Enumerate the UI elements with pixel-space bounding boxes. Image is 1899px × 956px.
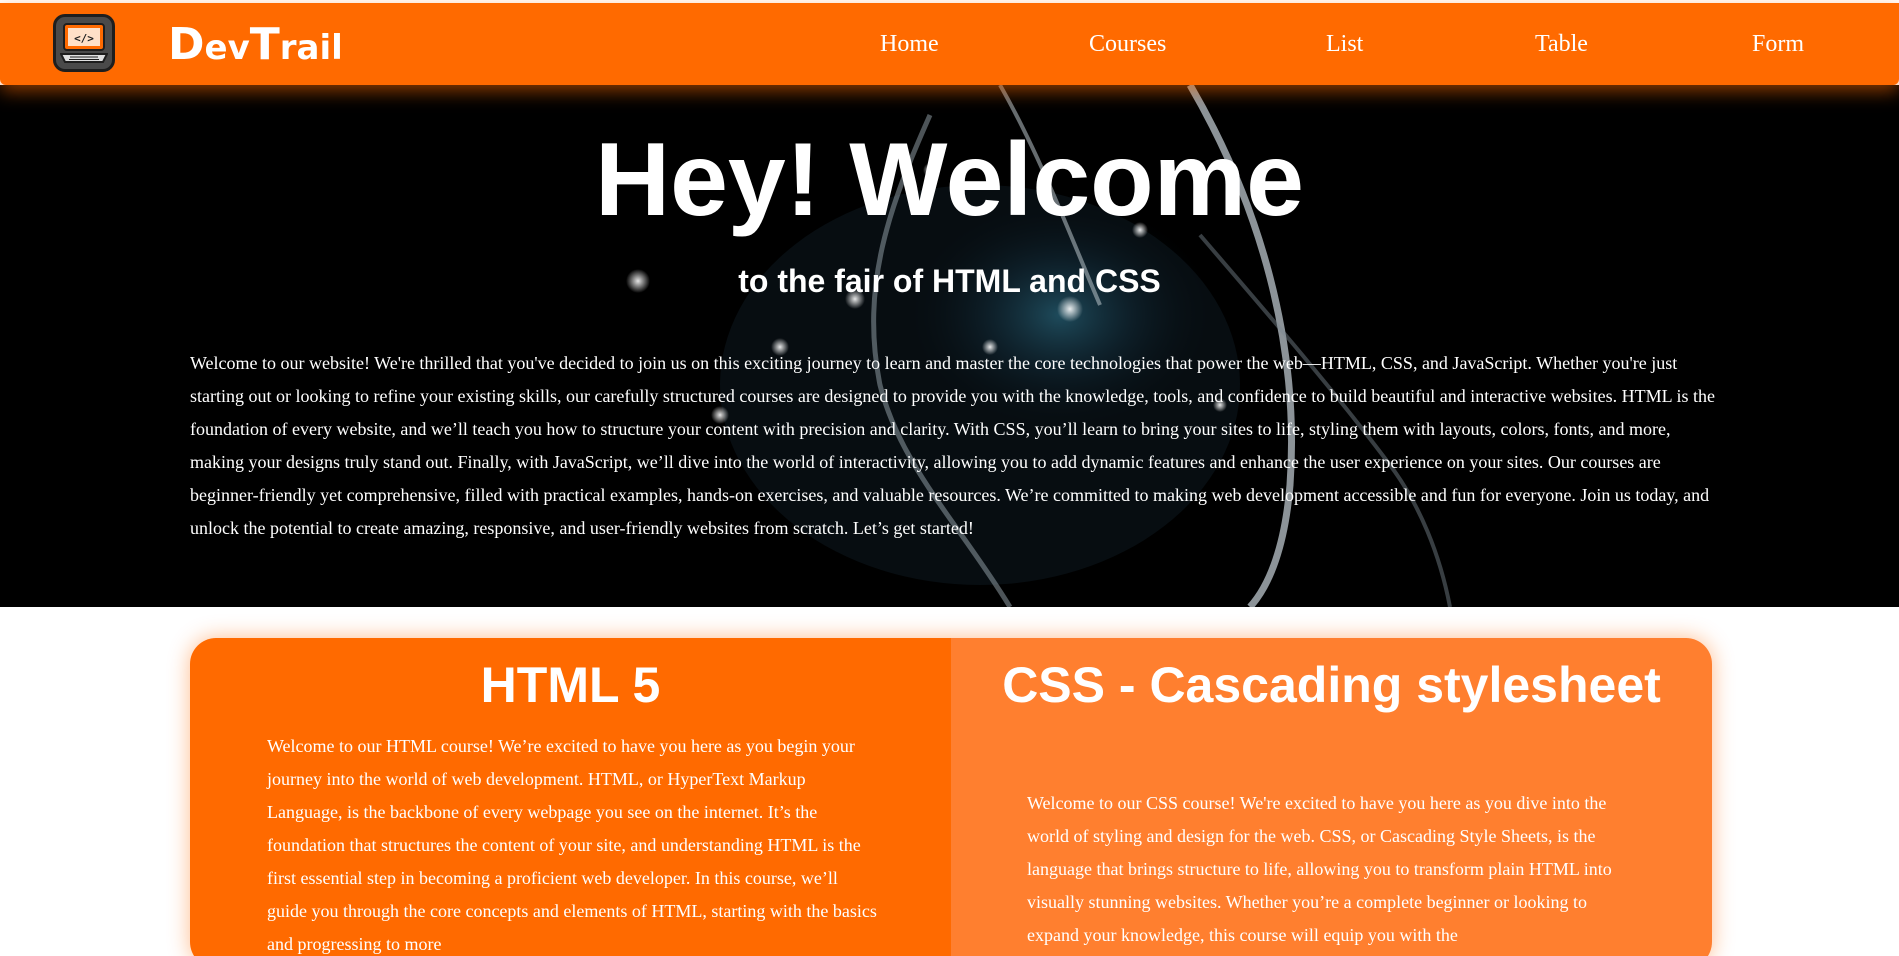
nav-link-form[interactable]: Form (1752, 31, 1804, 58)
course-card-title: HTML 5 (480, 657, 661, 713)
nav-menu: Home Courses List Table Form (0, 3, 1899, 85)
course-card-description: Welcome to our CSS course! We're excited… (1027, 793, 1612, 945)
nav-link-home[interactable]: Home (880, 31, 939, 58)
course-card-title: CSS - Cascading stylesheet (1002, 657, 1661, 713)
hero-section: Hey! Welcome to the fair of HTML and CSS… (0, 85, 1899, 607)
courses-section: HTML 5 Welcome to our HTML course! We’re… (190, 638, 1712, 956)
course-card-html[interactable]: HTML 5 Welcome to our HTML course! We’re… (190, 638, 951, 956)
hero-subtitle: to the fair of HTML and CSS (738, 263, 1161, 299)
nav-link-list[interactable]: List (1326, 31, 1363, 58)
nav-link-table[interactable]: Table (1535, 31, 1588, 58)
hero-title: Hey! Welcome (594, 122, 1304, 238)
hero-description: Welcome to our website! We're thrilled t… (190, 353, 1715, 538)
nav-link-courses[interactable]: Courses (1089, 31, 1166, 58)
course-card-css[interactable]: CSS - Cascading stylesheet Welcome to ou… (951, 638, 1712, 956)
navbar: </> DevTrail Home Courses List Table For… (0, 3, 1899, 85)
course-card-description: Welcome to our HTML course! We’re excite… (267, 736, 877, 954)
